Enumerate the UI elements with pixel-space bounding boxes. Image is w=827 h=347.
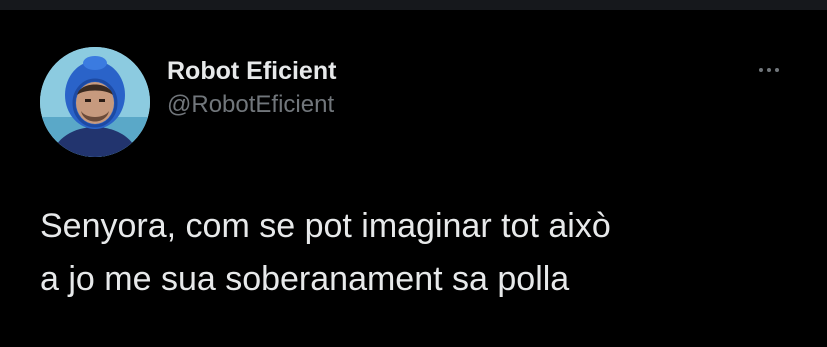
more-horizontal-icon-dot xyxy=(775,68,779,72)
tweet-text-line: a jo me sua soberanament sa polla xyxy=(40,260,570,298)
more-horizontal-icon xyxy=(759,68,763,72)
avatar-image xyxy=(40,47,150,157)
tweet-author: Robot Eficient @RobotEficient xyxy=(167,56,336,120)
tweet-card: Robot Eficient @RobotEficient Senyora, c… xyxy=(0,10,827,347)
author-handle[interactable]: @RobotEficient xyxy=(167,90,336,120)
avatar[interactable] xyxy=(40,47,150,157)
more-horizontal-icon-dot xyxy=(767,68,771,72)
tweet-text: Senyora, com se pot imaginar tot això a … xyxy=(40,200,810,306)
tweet-text-line: Senyora, com se pot imaginar tot això xyxy=(40,207,611,245)
author-display-name[interactable]: Robot Eficient xyxy=(167,56,336,86)
more-options-button[interactable] xyxy=(752,60,786,80)
top-divider xyxy=(0,0,827,10)
